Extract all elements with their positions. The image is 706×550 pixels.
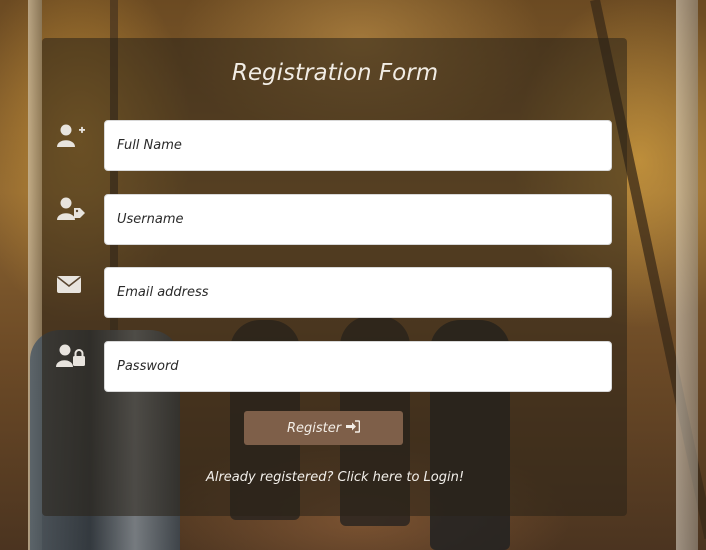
tree-trunk [676, 0, 698, 550]
user-tag-icon [56, 196, 86, 222]
username-input[interactable] [104, 194, 612, 245]
email-input[interactable] [104, 267, 612, 318]
register-button-label: Register [286, 420, 342, 436]
user-lock-icon [56, 343, 86, 369]
register-button[interactable]: Register [244, 411, 403, 445]
envelope-icon [56, 273, 86, 299]
add-user-icon [56, 123, 86, 149]
sign-in-icon [346, 419, 361, 437]
full-name-input[interactable] [104, 120, 612, 171]
login-link[interactable]: Already registered? Click here to Login! [0, 470, 670, 485]
password-input[interactable] [104, 341, 612, 392]
form-title: Registration Form [231, 60, 439, 86]
